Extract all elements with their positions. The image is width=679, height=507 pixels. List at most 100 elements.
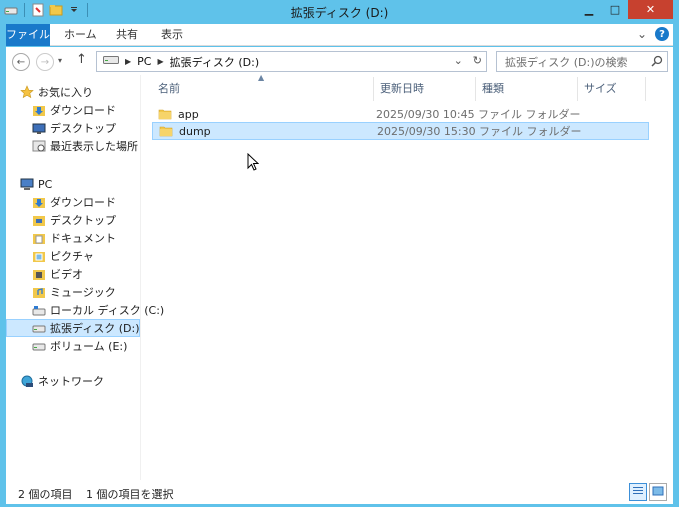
back-button[interactable]: ← <box>12 53 30 71</box>
file-type: ファイル フォルダー <box>479 125 582 138</box>
large-icons-view-icon <box>652 485 664 500</box>
nav-network[interactable]: ネットワーク <box>20 372 140 390</box>
breadcrumb-current[interactable]: 拡張ディスク (D:) <box>170 54 260 70</box>
navigation-bar: ← → ▾ ↑ ▶ PC ▶ 拡張ディスク (D:) ⌄ ↻ 拡張ディスク (D… <box>6 47 673 75</box>
title-bar: 拡張ディスク (D:) ▁ □ ✕ <box>0 0 679 24</box>
recent-places-icon <box>32 139 46 153</box>
drive-icon <box>103 55 119 68</box>
file-name-cell: dump <box>159 124 211 138</box>
nav-label: ネットワーク <box>38 375 104 388</box>
drive-icon <box>32 339 46 353</box>
drive-icon <box>32 321 46 335</box>
search-box[interactable]: 拡張ディスク (D:)の検索 <box>496 51 668 72</box>
file-name-cell: app <box>158 107 199 121</box>
file-date: 2025/09/30 10:45 <box>376 107 475 121</box>
ribbon-tabs: ファイル ホーム 共有 表示 ⌄ ? <box>6 24 673 46</box>
maximize-button[interactable]: □ <box>602 0 628 19</box>
large-icons-view-button[interactable] <box>649 483 667 501</box>
nav-pc-music[interactable]: ミュージック <box>32 283 140 301</box>
nav-label: ダウンロード <box>50 104 116 117</box>
file-list: ▲ 名前 更新日時 種類 サイズ app 2025/09/30 10:45 ファ… <box>142 73 673 480</box>
network-icon <box>20 374 34 388</box>
file-name: app <box>178 107 199 121</box>
breadcrumb-separator-icon[interactable]: ▶ <box>125 57 131 66</box>
nav-pc-downloads[interactable]: ダウンロード <box>32 193 140 211</box>
folder-icon <box>159 124 173 138</box>
tab-share[interactable]: 共有 <box>116 24 138 46</box>
nav-favorites[interactable]: お気に入り <box>20 83 140 101</box>
tab-home[interactable]: ホーム <box>64 24 97 46</box>
folder-icon <box>158 107 172 121</box>
nav-pc-drive-e[interactable]: ボリューム (E:) <box>32 337 140 355</box>
nav-pc-pictures[interactable]: ピクチャ <box>32 247 140 265</box>
close-button[interactable]: ✕ <box>628 0 673 19</box>
explorer-window: 拡張ディスク (D:) ▁ □ ✕ ファイル ホーム 共有 表示 ⌄ ? ← →… <box>0 0 679 507</box>
nav-favorites-desktop[interactable]: デスクトップ <box>32 119 140 137</box>
star-icon <box>20 85 34 99</box>
nav-pc-drive-d[interactable]: 拡張ディスク (D:) <box>6 319 140 337</box>
downloads-folder-icon <box>32 103 46 117</box>
column-header-type[interactable]: 種類 <box>476 77 578 101</box>
music-folder-icon <box>32 285 46 299</box>
tab-file[interactable]: ファイル <box>6 24 50 46</box>
column-header-name[interactable]: 名前 <box>152 77 374 101</box>
tab-view[interactable]: 表示 <box>161 24 183 46</box>
windows-drive-icon <box>32 303 46 317</box>
column-header-date[interactable]: 更新日時 <box>374 77 476 101</box>
window-controls: ▁ □ ✕ <box>576 0 673 19</box>
nav-label: ピクチャ <box>50 250 94 263</box>
nav-label: デスクトップ <box>50 122 116 135</box>
back-arrow-icon: ← <box>16 56 26 68</box>
address-bar[interactable]: ▶ PC ▶ 拡張ディスク (D:) ⌄ ↻ <box>96 51 487 72</box>
selection-count: 1 個の項目を選択 <box>86 488 174 501</box>
content-area: お気に入り ダウンロード デスクトップ 最近表示した場所 PC ダウンロード デ… <box>6 73 673 480</box>
details-view-icon <box>632 485 644 500</box>
minimize-button[interactable]: ▁ <box>576 0 602 19</box>
forward-button[interactable]: → <box>36 53 54 71</box>
nav-pc[interactable]: PC <box>20 175 140 193</box>
search-icon[interactable] <box>651 55 663 70</box>
address-dropdown-icon[interactable]: ⌄ <box>454 54 463 67</box>
desktop-icon <box>32 121 46 135</box>
refresh-icon[interactable]: ↻ <box>473 54 482 67</box>
view-switcher <box>629 483 667 501</box>
breadcrumb-separator-icon[interactable]: ▶ <box>157 57 163 66</box>
nav-label: ドキュメント <box>50 232 116 245</box>
navigation-pane: お気に入り ダウンロード デスクトップ 最近表示した場所 PC ダウンロード デ… <box>6 75 164 480</box>
pictures-folder-icon <box>32 249 46 263</box>
nav-pc-videos[interactable]: ビデオ <box>32 265 140 283</box>
nav-pc-documents[interactable]: ドキュメント <box>32 229 140 247</box>
nav-label: ボリューム (E:) <box>50 340 128 353</box>
desktop-folder-icon <box>32 213 46 227</box>
item-count: 2 個の項目 <box>18 488 73 501</box>
help-icon[interactable]: ? <box>655 27 669 41</box>
up-arrow-icon[interactable]: ↑ <box>76 52 87 67</box>
table-row[interactable]: app 2025/09/30 10:45 ファイル フォルダー <box>152 105 642 123</box>
nav-label: ビデオ <box>50 268 83 281</box>
file-type: ファイル フォルダー <box>478 108 581 121</box>
nav-label: 拡張ディスク (D:) <box>50 322 140 335</box>
nav-pc-drive-c[interactable]: ローカル ディスク (C:) <box>32 301 164 319</box>
documents-folder-icon <box>32 231 46 245</box>
nav-favorites-downloads[interactable]: ダウンロード <box>32 101 140 119</box>
nav-favorites-recent[interactable]: 最近表示した場所 <box>32 137 140 155</box>
nav-label: ダウンロード <box>50 196 116 209</box>
downloads-folder-icon <box>32 195 46 209</box>
nav-label: デスクトップ <box>50 214 116 227</box>
expand-ribbon-icon[interactable]: ⌄ <box>637 27 647 41</box>
nav-label: ミュージック <box>50 286 116 299</box>
search-input[interactable]: 拡張ディスク (D:)の検索 <box>505 54 628 70</box>
nav-pc-desktop[interactable]: デスクトップ <box>32 211 140 229</box>
status-bar: 2 個の項目 1 個の項目を選択 <box>6 480 673 504</box>
recent-locations-icon[interactable]: ▾ <box>58 56 62 65</box>
nav-label: 最近表示した場所 <box>50 140 138 153</box>
breadcrumb-pc[interactable]: PC <box>137 55 151 68</box>
mouse-cursor-icon <box>247 152 260 174</box>
pc-icon <box>20 177 34 191</box>
column-header-size[interactable]: サイズ <box>578 77 646 101</box>
forward-arrow-icon: → <box>40 56 50 68</box>
nav-label: PC <box>38 177 53 191</box>
table-row[interactable]: dump 2025/09/30 15:30 ファイル フォルダー <box>152 122 649 140</box>
nav-label: お気に入り <box>38 86 93 99</box>
details-view-button[interactable] <box>629 483 647 501</box>
